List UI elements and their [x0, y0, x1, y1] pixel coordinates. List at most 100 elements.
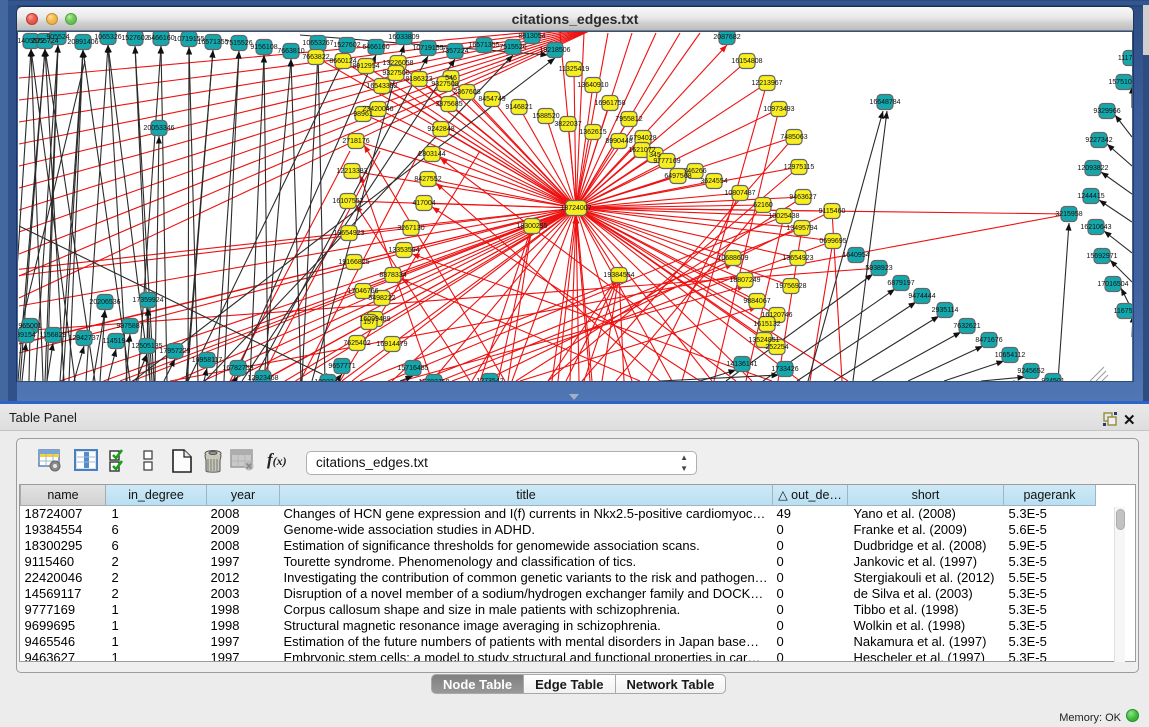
svg-text:12942737: 12942737 [68, 335, 99, 342]
svg-text:417004: 417004 [412, 200, 435, 207]
svg-text:13640910: 13640910 [577, 82, 608, 89]
svg-text:16648784: 16648784 [869, 99, 900, 106]
svg-text:252254: 252254 [765, 344, 788, 351]
svg-text:2935114: 2935114 [932, 307, 959, 314]
svg-text:17046766: 17046766 [347, 288, 378, 295]
svg-text:9327508: 9327508 [431, 81, 458, 88]
svg-text:10807487: 10807487 [724, 190, 755, 197]
svg-text:8813054: 8813054 [518, 33, 545, 40]
svg-text:3875685: 3875685 [435, 101, 462, 108]
svg-text:13226058: 13226058 [382, 60, 413, 67]
svg-text:19166825: 19166825 [338, 259, 369, 266]
svg-text:16107552: 16107552 [332, 198, 363, 205]
svg-text:16543382: 16543382 [366, 83, 397, 90]
svg-text:7357224: 7357224 [441, 48, 468, 55]
svg-text:11325419: 11325419 [559, 66, 590, 73]
svg-text:16782759: 16782759 [222, 365, 253, 372]
svg-text:8186323: 8186323 [405, 76, 432, 83]
svg-text:924501: 924501 [1041, 378, 1064, 381]
svg-text:6879197: 6879197 [887, 280, 914, 287]
svg-text:9245652: 9245652 [1017, 368, 1044, 375]
svg-text:9329966: 9329966 [1093, 108, 1120, 115]
svg-text:9156108: 9156108 [250, 44, 277, 51]
svg-text:9115460: 9115460 [819, 208, 846, 215]
svg-text:20206536: 20206536 [89, 299, 120, 306]
svg-text:7625402: 7625402 [343, 340, 370, 347]
svg-text:6794028: 6794028 [629, 135, 656, 142]
svg-text:16571355: 16571355 [197, 39, 228, 46]
svg-text:5498222: 5498222 [368, 295, 395, 302]
svg-text:13654923: 13654923 [782, 255, 813, 262]
svg-text:1527602: 1527602 [121, 35, 148, 42]
svg-text:9474444: 9474444 [908, 293, 935, 300]
svg-text:19384554: 19384554 [603, 272, 634, 279]
svg-text:5938923: 5938923 [865, 265, 892, 272]
svg-text:9657771: 9657771 [328, 363, 355, 370]
svg-text:16914479: 16914479 [376, 341, 407, 348]
svg-text:8878334: 8878334 [379, 272, 406, 279]
svg-text:1117342: 1117342 [1118, 55, 1132, 62]
svg-text:19218506: 19218506 [539, 47, 570, 54]
svg-text:116753: 116753 [1114, 308, 1132, 315]
svg-text:12505135: 12505135 [131, 343, 162, 350]
svg-text:98961: 98961 [353, 111, 373, 118]
svg-text:7663810: 7663810 [277, 48, 304, 55]
svg-text:12923468: 12923468 [247, 375, 278, 381]
svg-text:14136141: 14136141 [726, 361, 757, 368]
svg-text:965001: 965001 [18, 323, 41, 330]
svg-text:1145194: 1145194 [103, 338, 130, 345]
svg-text:8912954: 8912954 [352, 63, 379, 70]
svg-text:9777169: 9777169 [653, 158, 680, 165]
svg-text:1615132: 1615132 [753, 321, 780, 328]
svg-text:2718176: 2718176 [342, 138, 369, 145]
svg-text:19654923: 19654923 [333, 230, 364, 237]
svg-text:7515526: 7515526 [499, 44, 526, 51]
svg-text:20053346: 20053346 [143, 125, 174, 132]
svg-text:10688609: 10688609 [717, 255, 748, 262]
svg-text:6466160: 6466160 [362, 44, 389, 51]
svg-text:7632621: 7632621 [953, 323, 980, 330]
svg-text:905524: 905524 [46, 34, 69, 41]
svg-text:7663822: 7663822 [302, 54, 329, 61]
svg-text:7955812: 7955812 [615, 116, 642, 123]
svg-text:3215958: 3215958 [1055, 211, 1082, 218]
svg-text:9975887: 9975887 [116, 323, 143, 330]
svg-text:6466160: 6466160 [147, 35, 174, 42]
svg-text:10654112: 10654112 [995, 352, 1026, 359]
svg-text:7485063: 7485063 [780, 134, 807, 141]
svg-text:16571355: 16571355 [468, 42, 499, 49]
svg-text:9227342: 9227342 [1085, 137, 1112, 144]
svg-text:2367608: 2367608 [453, 89, 480, 96]
svg-text:1640954: 1640954 [842, 252, 869, 259]
svg-text:12093822: 12093822 [1077, 165, 1108, 172]
svg-text:0699695: 0699695 [819, 238, 846, 245]
svg-text:10719155: 10719155 [412, 45, 443, 52]
svg-text:1065326: 1065326 [94, 34, 121, 41]
svg-text:19756928: 19756928 [775, 283, 806, 290]
svg-text:8454749: 8454749 [478, 96, 505, 103]
svg-text:1362615: 1362615 [579, 129, 606, 136]
svg-text:18807249: 18807249 [729, 277, 760, 284]
svg-text:16120746: 16120746 [761, 312, 792, 319]
svg-text:746266: 746266 [683, 168, 706, 175]
svg-text:10653267: 10653267 [302, 40, 333, 47]
svg-text:3624554: 3624554 [700, 178, 727, 185]
svg-text:16154808: 16154808 [731, 58, 762, 65]
svg-text:1273542: 1273542 [476, 378, 503, 381]
svg-text:15751074: 15751074 [1108, 79, 1132, 86]
svg-text:8427552: 8427552 [414, 176, 441, 183]
svg-text:18724007: 18724007 [560, 205, 591, 212]
svg-text:9463627: 9463627 [789, 194, 816, 201]
svg-text:15716485: 15716485 [397, 365, 428, 372]
svg-text:15692971: 15692971 [1086, 253, 1117, 260]
svg-text:1527602: 1527602 [333, 42, 360, 49]
svg-text:157: 157 [363, 319, 375, 326]
svg-text:1092346: 1092346 [314, 379, 341, 381]
svg-text:1733426: 1733426 [771, 366, 798, 373]
svg-text:17016504: 17016504 [1097, 281, 1128, 288]
svg-text:18300295: 18300295 [516, 223, 547, 230]
svg-text:1156829: 1156829 [40, 332, 67, 339]
svg-text:3267130: 3267130 [397, 225, 424, 232]
svg-text:13353594: 13353594 [388, 247, 419, 254]
svg-text:13495794: 13495794 [786, 225, 817, 232]
